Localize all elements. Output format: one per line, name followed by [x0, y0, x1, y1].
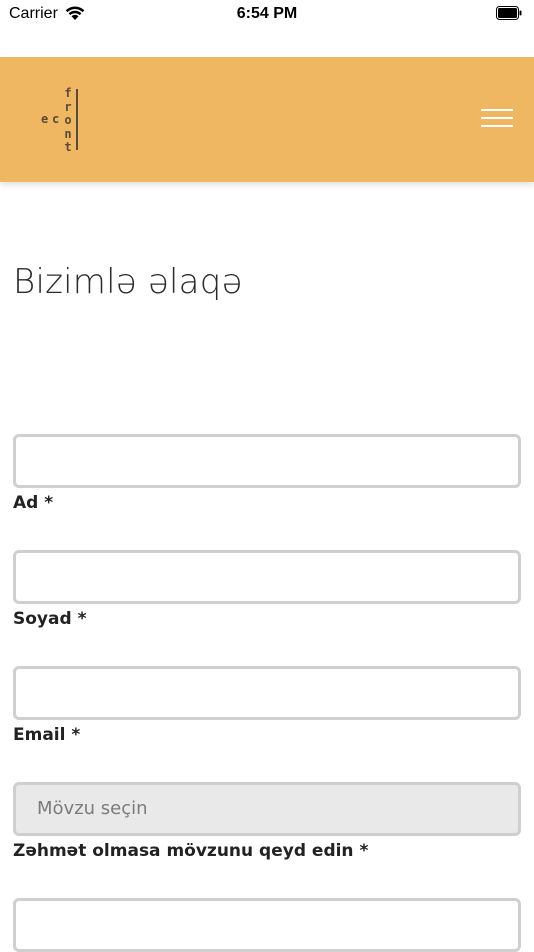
last-name-label: Soyad *	[13, 609, 87, 629]
email-input[interactable]	[13, 666, 521, 720]
subject-select[interactable]: Mövzu seçin	[13, 782, 521, 836]
message-input[interactable]	[13, 898, 521, 952]
email-label: Email *	[13, 725, 81, 745]
status-bar: Carrier 6:54 PM	[0, 0, 534, 30]
battery-icon	[496, 6, 522, 20]
first-name-input[interactable]	[13, 434, 521, 488]
logo-letter: n	[64, 126, 72, 141]
logo-letter: o	[64, 113, 72, 127]
last-name-input[interactable]	[13, 550, 521, 604]
message-field	[13, 898, 521, 952]
email-field: Email *	[13, 666, 521, 745]
site-header: e c f r o n t	[0, 57, 534, 182]
econfront-logo[interactable]: e c f r o n t	[38, 85, 83, 155]
logo-letter: f	[64, 86, 72, 100]
logo-stack: f r o n t	[63, 86, 73, 155]
logo-letter-c: c	[52, 112, 60, 126]
logo-letter: t	[64, 140, 72, 154]
first-name-label: Ad *	[13, 493, 54, 513]
status-time: 6:54 PM	[236, 5, 298, 22]
page-title: Bizimlə əlaqə	[13, 262, 243, 302]
last-name-field: Soyad *	[13, 550, 521, 629]
subject-label: Zəhmət olmasa mövzunu qeyd edin *	[13, 841, 369, 861]
first-name-field: Ad *	[13, 434, 521, 513]
subject-field: Mövzu seçin Zəhmət olmasa mövzunu qeyd e…	[13, 782, 521, 861]
logo-bar	[76, 89, 78, 150]
hamburger-icon[interactable]	[476, 103, 516, 133]
logo-letter: r	[64, 99, 72, 114]
logo-letter-e: e	[41, 112, 49, 126]
